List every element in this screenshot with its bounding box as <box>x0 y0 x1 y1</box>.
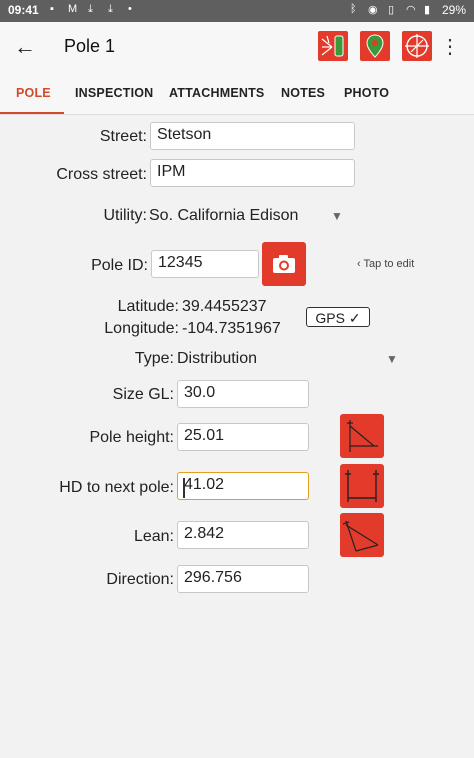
camera-button[interactable] <box>262 242 306 286</box>
gps-button[interactable]: GPS ✓ <box>306 307 370 327</box>
lean-field[interactable]: 2.842 <box>177 521 309 549</box>
tab-photo[interactable]: PHOTO <box>344 86 389 100</box>
longitude-label: Longitude: <box>104 320 179 337</box>
status-bar: 09:41 ▪ M ⤓ ⤓ • ᛒ ◉ ▯ ◠ ▮ 29% <box>0 0 474 22</box>
mail-notification-icon: M <box>68 3 78 15</box>
measure-lean-icon <box>342 520 379 552</box>
overflow-menu-icon[interactable]: ⋮ <box>440 34 460 59</box>
longitude-value: -104.7351967 <box>182 320 281 337</box>
vibrate-icon: ▯ <box>388 4 395 16</box>
size-gl-label: Size GL: <box>112 386 174 403</box>
app-bar: ← Pole 1 ⋮ <box>0 22 474 72</box>
type-select[interactable]: Distribution <box>177 350 257 368</box>
pole-id-label: Pole ID: <box>91 257 148 274</box>
tap-to-edit-text: Tap to edit <box>363 258 415 270</box>
tab-inspection[interactable]: INSPECTION <box>75 86 153 100</box>
utility-select[interactable]: So. California Edison <box>149 207 298 225</box>
measure-distance-button[interactable] <box>340 464 384 508</box>
laser-rangefinder-button[interactable] <box>318 31 348 61</box>
street-field[interactable]: Stetson <box>150 122 355 150</box>
compass-icon <box>405 34 429 58</box>
page-title: Pole 1 <box>64 36 116 56</box>
latitude-value: 39.4455237 <box>182 298 267 315</box>
hd-next-pole-field[interactable]: 41.02 <box>177 472 309 500</box>
battery-percent: 29% <box>441 3 466 17</box>
download-icon: ⤓ <box>88 3 93 15</box>
tab-pole[interactable]: POLE <box>16 86 51 100</box>
download-icon: ⤓ <box>108 3 113 15</box>
measure-height-icon <box>347 420 378 452</box>
battery-icon: ▮ <box>424 4 431 16</box>
utility-dropdown-icon[interactable]: ▼ <box>331 209 343 223</box>
tab-attachments[interactable]: ATTACHMENTS <box>169 86 264 100</box>
utility-label: Utility: <box>103 207 147 224</box>
type-label: Type: <box>134 350 174 367</box>
direction-label: Direction: <box>106 571 174 588</box>
tap-to-edit-hint[interactable]: ‹ Tap to edit <box>357 258 414 270</box>
laser-icon <box>321 35 344 57</box>
wifi-icon: ◠ <box>406 4 416 16</box>
dot-icon: • <box>128 3 132 15</box>
tab-bar: POLE INSPECTION ATTACHMENTS NOTES PHOTO <box>0 72 474 115</box>
measure-distance-icon <box>345 470 379 502</box>
location-icon: ◉ <box>368 4 378 16</box>
cross-street-label: Cross street: <box>56 166 147 183</box>
pole-id-field[interactable]: 12345 <box>151 250 259 278</box>
map-location-button[interactable] <box>360 31 390 61</box>
street-label: Street: <box>99 128 147 145</box>
type-dropdown-icon[interactable]: ▼ <box>386 352 398 366</box>
tab-notes[interactable]: NOTES <box>281 86 325 100</box>
map-pin-icon <box>366 34 384 58</box>
text-cursor <box>183 478 185 498</box>
pole-height-field[interactable]: 25.01 <box>177 423 309 451</box>
tab-indicator <box>0 112 64 114</box>
hd-next-pole-label: HD to next pole: <box>59 479 174 496</box>
latitude-label: Latitude: <box>117 298 179 315</box>
direction-field[interactable]: 296.756 <box>177 565 309 593</box>
cross-street-field[interactable]: IPM <box>150 159 355 187</box>
measure-height-button[interactable] <box>340 414 384 458</box>
pole-height-label: Pole height: <box>89 429 174 446</box>
back-arrow-icon[interactable]: ← <box>14 34 36 60</box>
measure-lean-button[interactable] <box>340 513 384 557</box>
bluetooth-icon: ᛒ <box>350 3 357 15</box>
compass-button[interactable] <box>402 31 432 61</box>
lean-label: Lean: <box>133 528 174 545</box>
status-time: 09:41 <box>8 3 39 17</box>
camera-icon <box>273 255 295 273</box>
image-notification-icon: ▪ <box>50 3 54 15</box>
size-gl-field[interactable]: 30.0 <box>177 380 309 408</box>
